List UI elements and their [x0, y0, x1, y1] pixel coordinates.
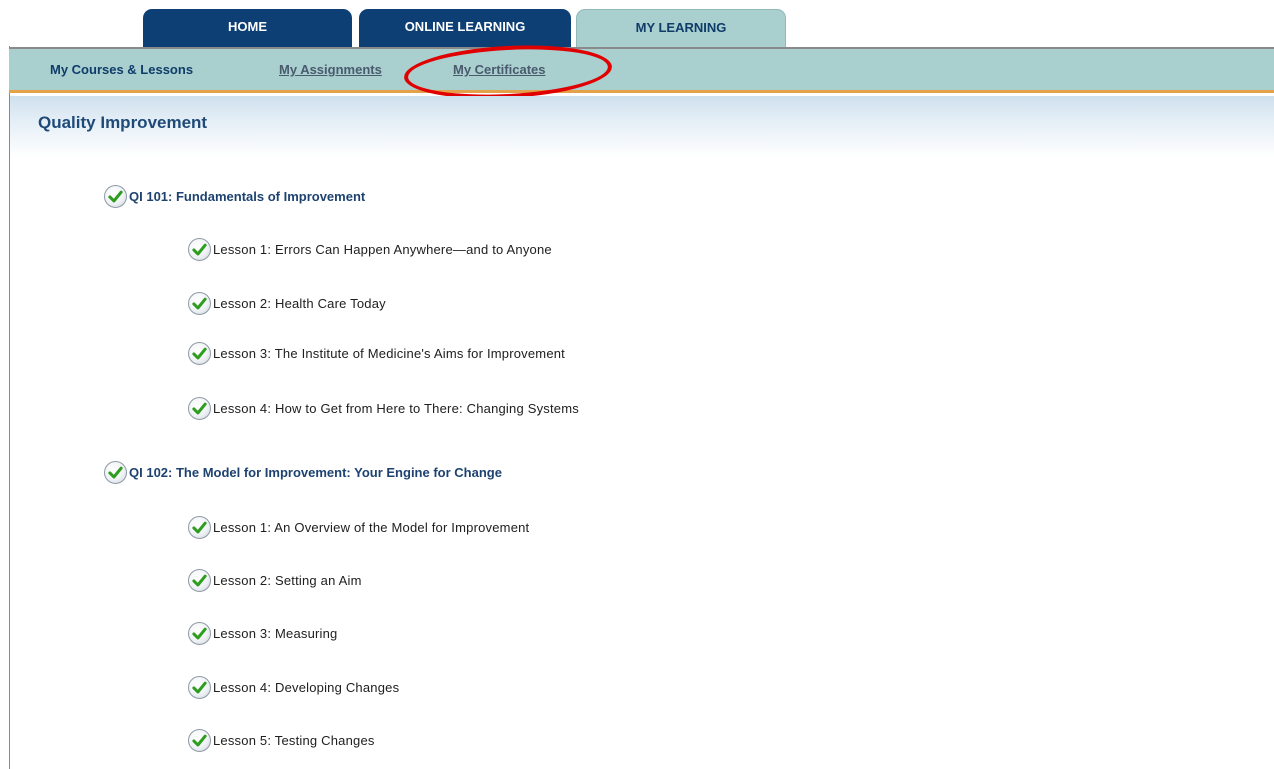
lesson-title: Lesson 1: An Overview of the Model for I…	[213, 520, 530, 535]
green-checkmark-icon	[104, 185, 127, 208]
lesson-row[interactable]: Lesson 2: Setting an Aim	[188, 569, 362, 592]
green-checkmark-icon	[188, 292, 211, 315]
lesson-row[interactable]: Lesson 5: Testing Changes	[188, 729, 375, 752]
tab-home[interactable]: HOME	[143, 9, 352, 47]
lesson-row[interactable]: Lesson 3: Measuring	[188, 622, 337, 645]
lesson-row[interactable]: Lesson 1: An Overview of the Model for I…	[188, 516, 529, 539]
page-title: Quality Improvement	[38, 113, 208, 132]
lesson-title: Lesson 3: Measuring	[213, 626, 338, 641]
green-checkmark-icon	[188, 729, 211, 752]
lesson-row[interactable]: Lesson 4: How to Get from Here to There:…	[188, 397, 579, 420]
lesson-title: Lesson 3: The Institute of Medicine's Ai…	[213, 346, 565, 361]
lesson-row[interactable]: Lesson 2: Health Care Today	[188, 292, 386, 315]
green-checkmark-icon	[188, 676, 211, 699]
lesson-row[interactable]: Lesson 3: The Institute of Medicine's Ai…	[188, 342, 565, 365]
green-checkmark-icon	[188, 397, 211, 420]
green-checkmark-icon	[188, 569, 211, 592]
course-title: QI 101: Fundamentals of Improvement	[129, 189, 366, 204]
lesson-title: Lesson 2: Health Care Today	[213, 296, 386, 311]
subnav-my-assignments[interactable]: My Assignments	[279, 62, 382, 77]
lesson-title: Lesson 5: Testing Changes	[213, 733, 375, 748]
course-row-qi101[interactable]: QI 101: Fundamentals of Improvement	[104, 185, 365, 208]
lesson-row[interactable]: Lesson 4: Developing Changes	[188, 676, 399, 699]
lesson-title: Lesson 4: How to Get from Here to There:…	[213, 401, 579, 416]
green-checkmark-icon	[104, 461, 127, 484]
tab-my-learning[interactable]: MY LEARNING	[576, 9, 786, 48]
lesson-title: Lesson 4: Developing Changes	[213, 680, 400, 695]
tab-online-learning[interactable]: ONLINE LEARNING	[359, 9, 571, 47]
lesson-row[interactable]: Lesson 1: Errors Can Happen Anywhere—and…	[188, 238, 552, 261]
green-checkmark-icon	[188, 516, 211, 539]
main-tabs: HOME ONLINE LEARNING MY LEARNING	[0, 0, 1274, 48]
green-checkmark-icon	[188, 342, 211, 365]
subnav-my-certificates[interactable]: My Certificates	[453, 62, 545, 77]
course-row-qi102[interactable]: QI 102: The Model for Improvement: Your …	[104, 461, 502, 484]
green-checkmark-icon	[188, 622, 211, 645]
lesson-title: Lesson 1: Errors Can Happen Anywhere—and…	[213, 242, 552, 257]
course-title: QI 102: The Model for Improvement: Your …	[129, 465, 502, 480]
sub-navigation: My Courses & Lessons My Assignments My C…	[9, 47, 1274, 93]
subnav-my-courses-lessons[interactable]: My Courses & Lessons	[50, 62, 193, 77]
green-checkmark-icon	[188, 238, 211, 261]
lesson-title: Lesson 2: Setting an Aim	[213, 573, 362, 588]
